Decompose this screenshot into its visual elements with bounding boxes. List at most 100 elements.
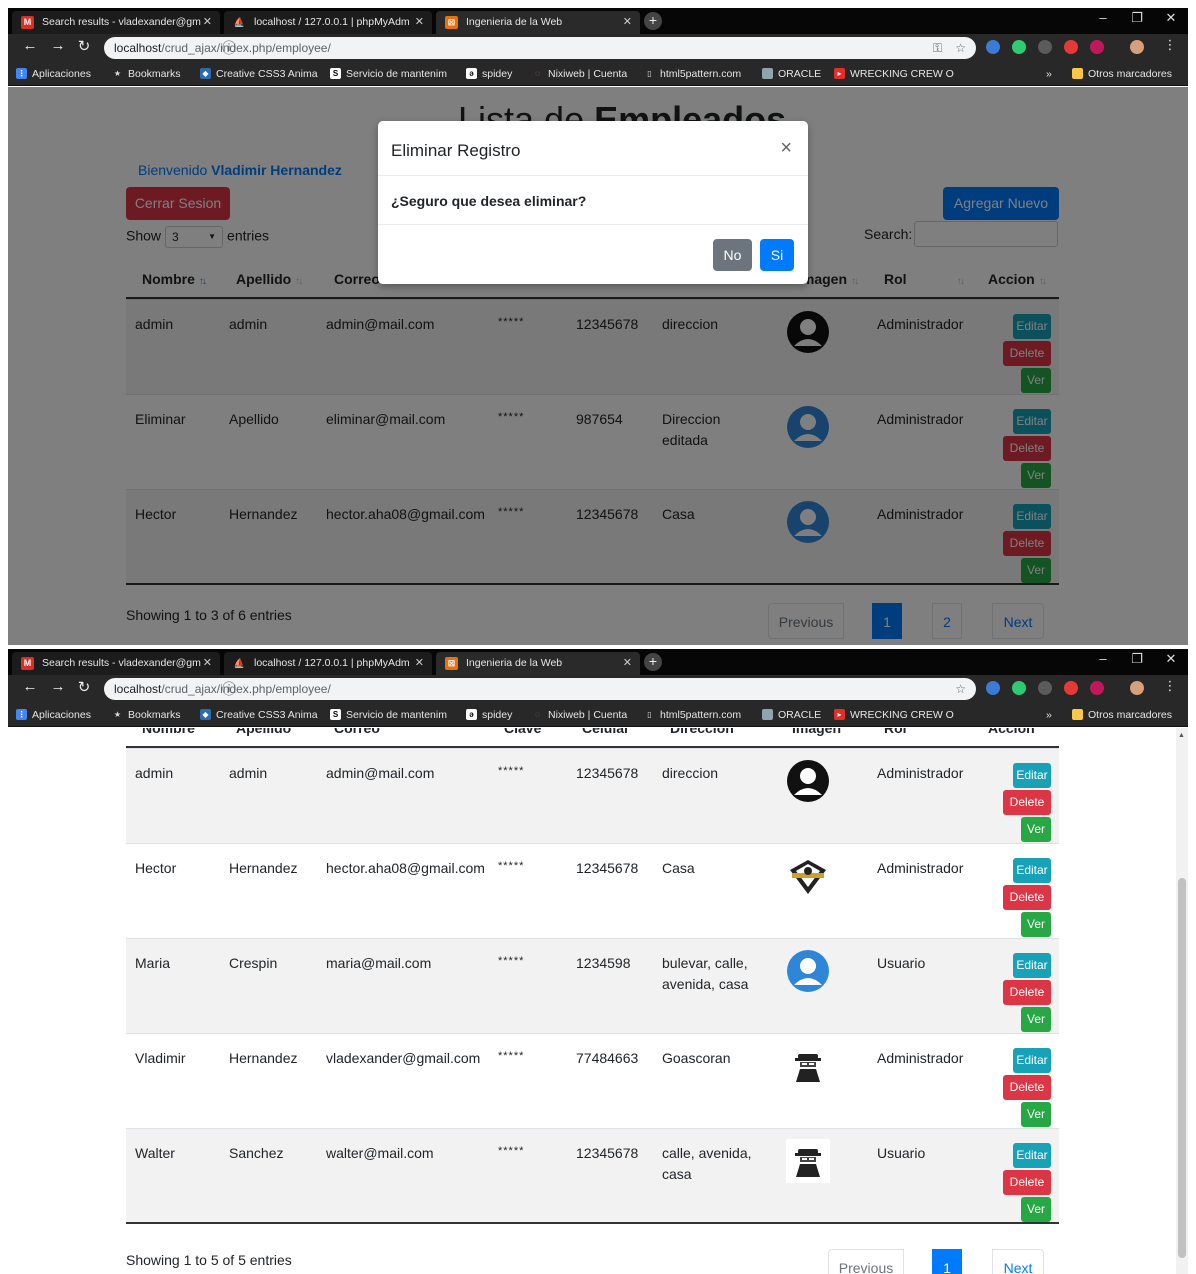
- browser-tab[interactable]: M Search results - vladexander@gm ✕: [12, 652, 220, 675]
- restore-icon[interactable]: ❐: [1122, 651, 1152, 667]
- bookmark-item[interactable]: ORACLE: [762, 62, 821, 86]
- close-icon[interactable]: ×: [780, 137, 792, 160]
- forward-icon[interactable]: →: [48, 37, 68, 54]
- scroll-up-icon[interactable]: ▲: [1178, 732, 1185, 739]
- bookmark-folder[interactable]: Otros marcadores: [1072, 62, 1172, 86]
- browser-tab[interactable]: ⛵ localhost / 127.0.0.1 | phpMyAdm ✕: [224, 11, 432, 34]
- bookmark-item[interactable]: ORACLE: [762, 703, 821, 727]
- browser-tab-active[interactable]: ⊠ Ingenieria de la Web ✕: [436, 11, 640, 34]
- column-header-direccion[interactable]: Direccion: [670, 728, 734, 736]
- pagination-next[interactable]: Next: [992, 1249, 1044, 1274]
- address-bar[interactable]: ⓘ localhost/crud_ajax/index.php/employee/…: [104, 678, 976, 700]
- back-icon[interactable]: ←: [20, 678, 40, 695]
- extension-icon[interactable]: [1038, 681, 1052, 695]
- pagination-previous[interactable]: Previous: [828, 1249, 904, 1274]
- pocket-icon[interactable]: [1090, 40, 1104, 54]
- bookmark-item[interactable]: ▯ html5pattern.com: [644, 62, 741, 86]
- close-tab-icon[interactable]: ✕: [203, 11, 212, 34]
- bookmark-star-icon[interactable]: ☆: [955, 678, 966, 700]
- more-bookmarks-icon[interactable]: »: [1046, 703, 1052, 727]
- address-bar[interactable]: ⓘ localhost/crud_ajax/index.php/employee/…: [104, 37, 976, 59]
- more-bookmarks-icon[interactable]: »: [1046, 62, 1052, 86]
- extension-icon[interactable]: [1038, 40, 1052, 54]
- edit-button[interactable]: Editar: [1013, 1048, 1051, 1073]
- bookmark-item[interactable]: ə spidey: [466, 703, 512, 727]
- new-tab-icon[interactable]: +: [644, 653, 662, 671]
- column-header-apellido[interactable]: Apellido: [236, 728, 291, 736]
- extension-icon[interactable]: [986, 681, 1000, 695]
- delete-button[interactable]: Delete: [1003, 790, 1051, 815]
- key-icon[interactable]: ⚿: [933, 37, 942, 59]
- column-header-celular[interactable]: Celular: [582, 728, 629, 736]
- delete-button[interactable]: Delete: [1003, 980, 1051, 1005]
- bookmark-item[interactable]: S Servicio de mantenim: [330, 62, 447, 86]
- close-tab-icon[interactable]: ✕: [415, 652, 424, 675]
- bookmark-item[interactable]: ◆ Creative CSS3 Anima: [200, 703, 318, 727]
- bookmark-item[interactable]: ◌ Nixiweb | Cuenta: [532, 703, 627, 727]
- view-button[interactable]: Ver: [1021, 817, 1051, 842]
- bookmark-item[interactable]: ★ Bookmarks: [112, 62, 181, 86]
- column-header-rol[interactable]: Rol: [884, 728, 907, 736]
- bookmark-apps[interactable]: ⋮ Aplicaciones: [16, 703, 91, 727]
- bookmark-apps[interactable]: ⋮ Aplicaciones: [16, 62, 91, 86]
- info-icon[interactable]: ⓘ: [222, 37, 236, 59]
- view-button[interactable]: Ver: [1021, 1197, 1051, 1222]
- bookmark-item[interactable]: ▯ html5pattern.com: [644, 703, 741, 727]
- reload-icon[interactable]: ↻: [74, 678, 94, 696]
- restore-icon[interactable]: ❐: [1122, 10, 1152, 26]
- reload-icon[interactable]: ↻: [74, 37, 94, 55]
- delete-button[interactable]: Delete: [1003, 1075, 1051, 1100]
- close-window-icon[interactable]: ✕: [1156, 10, 1186, 26]
- edit-button[interactable]: Editar: [1013, 858, 1051, 883]
- column-header-accion[interactable]: Accion: [988, 728, 1035, 736]
- browser-tab[interactable]: M Search results - vladexander@gm ✕: [12, 11, 220, 34]
- vertical-scrollbar[interactable]: ▲: [1176, 728, 1188, 1274]
- new-tab-icon[interactable]: +: [644, 12, 662, 30]
- delete-button[interactable]: Delete: [1003, 1170, 1051, 1195]
- bookmark-star-icon[interactable]: ☆: [955, 37, 966, 59]
- edit-button[interactable]: Editar: [1013, 953, 1051, 978]
- close-tab-icon[interactable]: ✕: [623, 652, 632, 675]
- bookmark-item[interactable]: ★ Bookmarks: [112, 703, 181, 727]
- browser-tab[interactable]: ⛵ localhost / 127.0.0.1 | phpMyAdm ✕: [224, 652, 432, 675]
- back-icon[interactable]: ←: [20, 37, 40, 54]
- close-tab-icon[interactable]: ✕: [415, 11, 424, 34]
- delete-button[interactable]: Delete: [1003, 885, 1051, 910]
- profile-avatar[interactable]: [1130, 40, 1144, 54]
- column-header-clave[interactable]: Clave: [504, 728, 541, 736]
- forward-icon[interactable]: →: [48, 678, 68, 695]
- bookmark-folder[interactable]: Otros marcadores: [1072, 703, 1172, 727]
- minimize-icon[interactable]: –: [1088, 10, 1118, 25]
- column-header-imagen[interactable]: Imagen: [792, 728, 841, 736]
- close-tab-icon[interactable]: ✕: [203, 652, 212, 675]
- close-window-icon[interactable]: ✕: [1156, 651, 1186, 667]
- close-tab-icon[interactable]: ✕: [623, 11, 632, 34]
- bookmark-item[interactable]: ▸ WRECKING CREW O: [834, 703, 954, 727]
- view-button[interactable]: Ver: [1021, 1007, 1051, 1032]
- menu-icon[interactable]: ⋮: [1160, 37, 1180, 53]
- bookmark-item[interactable]: S Servicio de mantenim: [330, 703, 447, 727]
- bookmark-item[interactable]: ▸ WRECKING CREW O: [834, 62, 954, 86]
- view-button[interactable]: Ver: [1021, 912, 1051, 937]
- menu-icon[interactable]: ⋮: [1160, 678, 1180, 694]
- edit-button[interactable]: Editar: [1013, 763, 1051, 788]
- column-header-nombre[interactable]: Nombre: [142, 728, 195, 736]
- no-button[interactable]: No: [713, 239, 752, 271]
- edit-button[interactable]: Editar: [1013, 1143, 1051, 1168]
- extension-icon[interactable]: [1012, 681, 1026, 695]
- column-header-correo[interactable]: Correo: [334, 728, 380, 736]
- info-icon[interactable]: ⓘ: [222, 678, 236, 700]
- browser-tab-active[interactable]: ⊠ Ingenieria de la Web ✕: [436, 652, 640, 675]
- bookmark-item[interactable]: ◌ Nixiweb | Cuenta: [532, 62, 627, 86]
- pagination-page[interactable]: 1: [932, 1249, 962, 1274]
- minimize-icon[interactable]: –: [1088, 651, 1118, 666]
- opera-icon[interactable]: [1064, 40, 1078, 54]
- bookmark-item[interactable]: ə spidey: [466, 62, 512, 86]
- pocket-icon[interactable]: [1090, 681, 1104, 695]
- extension-icon[interactable]: [1012, 40, 1026, 54]
- extension-icon[interactable]: [986, 40, 1000, 54]
- opera-icon[interactable]: [1064, 681, 1078, 695]
- yes-button[interactable]: Si: [760, 239, 794, 271]
- view-button[interactable]: Ver: [1021, 1102, 1051, 1127]
- scrollbar-thumb[interactable]: [1178, 878, 1186, 1258]
